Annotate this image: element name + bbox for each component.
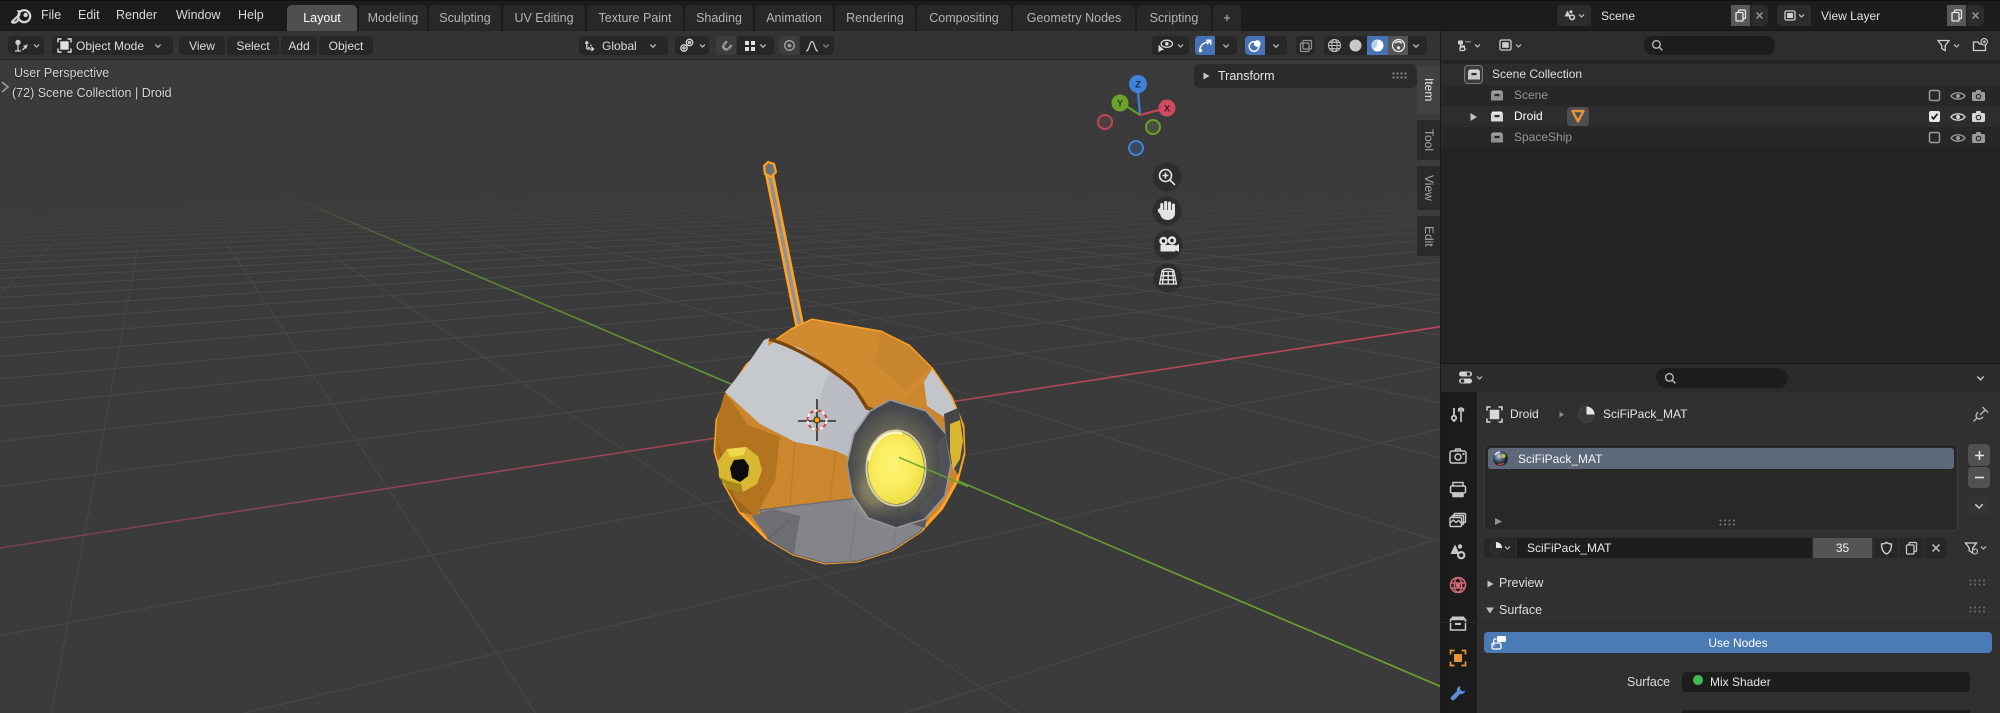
svg-text:X: X (1164, 104, 1170, 114)
svg-text:Z: Z (1135, 80, 1141, 91)
svg-text:Y: Y (1117, 99, 1123, 109)
